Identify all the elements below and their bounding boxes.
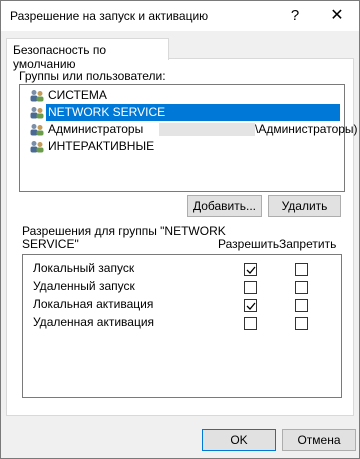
allow-checkbox[interactable] [244,317,257,330]
permissions-label-line1: Разрешения для группы "NETWORK [22,224,226,238]
permission-label: Локальная активация [33,297,154,311]
ok-button[interactable]: OK [202,429,276,451]
permission-label: Локальный запуск [33,261,135,275]
tab-default-security[interactable]: Безопасность по умолчанию [6,38,169,71]
deny-checkbox[interactable] [295,281,308,294]
allow-checkbox[interactable] [244,263,257,276]
checkmark-icon [246,266,256,274]
groups-listbox[interactable]: СИСТЕМА NETWORK SERVICE Администраторы \… [19,84,358,192]
deny-checkbox[interactable] [295,317,308,330]
groups-label: Группы или пользователи: [19,69,166,83]
list-item-administrators[interactable]: Администраторы \Администраторы) [22,121,358,138]
permissions-label-line2: SERVICE" [22,237,79,251]
title-bar: Разрешение на запуск и активацию ? ✕ [1,1,359,31]
deny-checkbox[interactable] [295,263,308,276]
allow-header: Разрешить [218,237,280,251]
help-button[interactable]: ? [281,5,309,27]
permission-row-local-activation: Локальная активация [33,296,333,314]
list-item-label: Администраторы [48,122,144,136]
remove-button[interactable]: Удалить [268,195,341,217]
add-button[interactable]: Добавить... [187,195,262,217]
permission-label: Удаленная активация [33,315,155,329]
users-icon [30,141,44,153]
list-item-suffix: \Администраторы) [255,122,358,136]
users-icon [30,90,44,102]
permission-label: Удаленный запуск [33,279,135,293]
list-item-label: NETWORK SERVICE [46,105,168,119]
dialog-window: Разрешение на запуск и активацию ? ✕ Без… [0,0,360,459]
users-icon [30,124,44,136]
allow-checkbox[interactable] [244,299,257,312]
deny-header: Запретить [279,237,337,251]
list-item-interactive[interactable]: ИНТЕРАКТИВНЫЕ [22,138,342,155]
permissions-list: Локальный запуск Удаленный запуск Локаль… [22,254,342,398]
checkmark-icon [246,302,256,310]
users-icon [30,107,44,119]
tab-label: Безопасность по умолчанию [13,43,107,71]
permission-row-remote-activation: Удаленная активация [33,314,333,332]
permission-row-local-launch: Локальный запуск [33,260,333,278]
close-button[interactable]: ✕ [323,5,351,27]
allow-checkbox[interactable] [244,281,257,294]
cancel-button[interactable]: Отмена [282,429,356,451]
permission-row-remote-launch: Удаленный запуск [33,278,333,296]
redacted-area [159,123,255,136]
window-title: Разрешение на запуск и активацию [10,9,209,23]
deny-checkbox[interactable] [295,299,308,312]
list-item-system[interactable]: СИСТЕМА [22,87,342,104]
list-item-label: СИСТЕМА [48,88,107,102]
list-item-network-service[interactable]: NETWORK SERVICE [22,104,342,121]
list-item-label: ИНТЕРАКТИВНЫЕ [48,139,155,153]
